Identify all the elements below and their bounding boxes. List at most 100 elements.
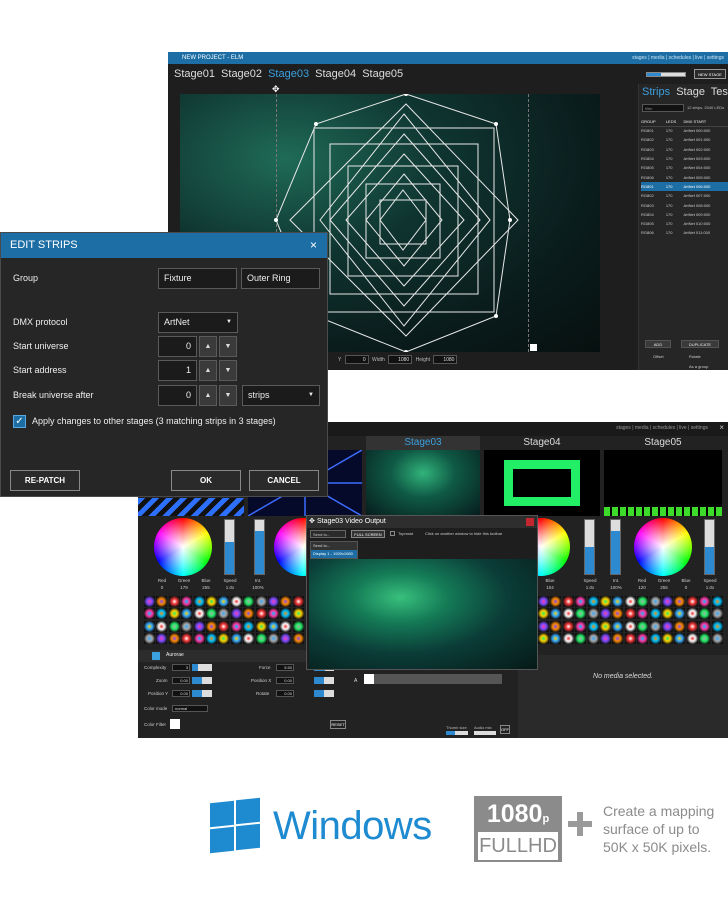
zoom-input[interactable]: 0.00 bbox=[172, 677, 190, 684]
effect-tile[interactable] bbox=[686, 620, 698, 632]
effect-tile[interactable] bbox=[168, 633, 180, 645]
table-row[interactable]: RG806 170 ArtNet 005:000 bbox=[641, 172, 728, 181]
intensity-slider[interactable] bbox=[610, 519, 621, 575]
effect-tile[interactable] bbox=[218, 620, 230, 632]
effect-tile[interactable] bbox=[168, 620, 180, 632]
decrement-icon[interactable]: ▼ bbox=[219, 360, 237, 381]
effect-tile[interactable] bbox=[587, 608, 599, 620]
speed-slider[interactable] bbox=[254, 519, 265, 575]
effect-tile[interactable] bbox=[193, 633, 205, 645]
video-output-titlebar[interactable]: ✥ Stage03 Video Output bbox=[307, 516, 537, 528]
stage04-thumbnail[interactable] bbox=[484, 450, 600, 516]
effect-tile[interactable] bbox=[181, 608, 193, 620]
decrement-icon[interactable]: ▼ bbox=[219, 385, 237, 406]
effect-tile[interactable] bbox=[280, 633, 292, 645]
table-row[interactable]: RG803 170 ArtNet 008:000 bbox=[641, 200, 728, 209]
break-universe-input[interactable]: 0 bbox=[158, 385, 197, 406]
effect-tile[interactable] bbox=[168, 596, 180, 607]
effect-tile[interactable] bbox=[156, 620, 168, 632]
table-row[interactable]: RG801 170 ArtNet 006:000 bbox=[641, 181, 728, 192]
effect-tile[interactable] bbox=[649, 608, 661, 620]
effect-tile[interactable] bbox=[550, 633, 562, 645]
effect-tile[interactable] bbox=[562, 596, 574, 607]
effect-tile[interactable] bbox=[600, 608, 611, 620]
y-input[interactable]: 0 bbox=[344, 355, 369, 364]
effect-tile[interactable] bbox=[181, 633, 193, 645]
tab-stage02[interactable]: Stage02 bbox=[221, 68, 262, 80]
effect-tile[interactable] bbox=[206, 620, 217, 632]
effect-tile[interactable] bbox=[575, 620, 587, 632]
effect-tile[interactable] bbox=[292, 608, 304, 620]
effect-tile[interactable] bbox=[268, 608, 279, 620]
close-icon[interactable] bbox=[526, 518, 534, 526]
tab-strips[interactable]: Strips bbox=[642, 86, 670, 98]
complexity-input[interactable]: 3 bbox=[172, 664, 190, 671]
effect-tile[interactable] bbox=[550, 620, 562, 632]
effect-tile[interactable] bbox=[280, 596, 292, 607]
effect-tile[interactable] bbox=[674, 620, 686, 632]
start-address-input[interactable]: 1 bbox=[158, 360, 197, 381]
effect-tile[interactable] bbox=[156, 608, 168, 620]
column-header[interactable]: DMX START bbox=[683, 118, 728, 127]
add-button[interactable]: ADD bbox=[645, 340, 671, 348]
effect-tile[interactable] bbox=[144, 633, 155, 645]
audio-mix-slider[interactable] bbox=[474, 731, 496, 735]
effect-tile[interactable] bbox=[168, 608, 180, 620]
color-filter-swatch[interactable] bbox=[170, 719, 180, 729]
effect-tile[interactable] bbox=[292, 620, 304, 632]
effect-tile[interactable] bbox=[699, 608, 711, 620]
effect-tile[interactable] bbox=[686, 608, 698, 620]
effect-tile[interactable] bbox=[637, 633, 649, 645]
effect-tile[interactable] bbox=[230, 633, 242, 645]
effect-tile[interactable] bbox=[144, 596, 155, 607]
table-row[interactable]: RG801 170 ArtNet 000:000 bbox=[641, 126, 728, 135]
effect-tile[interactable] bbox=[699, 633, 711, 645]
effect-tile[interactable] bbox=[649, 633, 661, 645]
effect-tile[interactable] bbox=[550, 596, 562, 607]
force-input[interactable]: 5.50 bbox=[276, 664, 294, 671]
effect-tile[interactable] bbox=[156, 596, 168, 607]
table-row[interactable]: RG806 170 ArtNet 011:000 bbox=[641, 228, 728, 237]
effect-tile[interactable] bbox=[600, 596, 611, 607]
effect-tile[interactable] bbox=[575, 608, 587, 620]
effect-tile[interactable] bbox=[538, 620, 549, 632]
tab-testing[interactable]: Testing bbox=[711, 86, 728, 98]
dmx-protocol-select[interactable]: ArtNet ▼ bbox=[158, 312, 238, 333]
effect-tile[interactable] bbox=[699, 596, 711, 607]
speed-slider[interactable] bbox=[704, 519, 715, 575]
table-row[interactable]: RG805 170 ArtNet 004:000 bbox=[641, 163, 728, 172]
close-icon[interactable]: × bbox=[719, 423, 724, 432]
effect-tile[interactable] bbox=[637, 620, 649, 632]
effect-tile[interactable] bbox=[637, 608, 649, 620]
table-row[interactable]: RG802 170 ArtNet 007:000 bbox=[641, 191, 728, 200]
column-header[interactable]: GROUP bbox=[641, 118, 666, 127]
effect-tile[interactable] bbox=[538, 596, 549, 607]
column-header[interactable]: LEDS bbox=[665, 118, 684, 127]
effect-tile[interactable] bbox=[674, 596, 686, 607]
zoom-slider[interactable] bbox=[646, 72, 686, 77]
effect-tile[interactable] bbox=[255, 596, 267, 607]
group-input-fixture[interactable]: Fixture bbox=[158, 268, 237, 289]
effect-tile[interactable] bbox=[612, 596, 624, 607]
position-y-slider[interactable] bbox=[192, 690, 212, 697]
effect-tile[interactable] bbox=[711, 608, 723, 620]
effect-tile[interactable] bbox=[218, 608, 230, 620]
effect-tile[interactable] bbox=[206, 633, 217, 645]
effect-tile[interactable] bbox=[181, 596, 193, 607]
effect-tile[interactable] bbox=[280, 608, 292, 620]
complexity-slider[interactable] bbox=[192, 664, 212, 671]
effect-tile[interactable] bbox=[268, 596, 279, 607]
effect-tile[interactable] bbox=[255, 633, 267, 645]
position-x-input[interactable]: 0.00 bbox=[276, 677, 294, 684]
color-wheel[interactable] bbox=[634, 518, 692, 576]
effect-tile[interactable] bbox=[612, 608, 624, 620]
effect-tile[interactable] bbox=[711, 633, 723, 645]
effect-tile[interactable] bbox=[587, 633, 599, 645]
effect-tile[interactable] bbox=[218, 633, 230, 645]
tab-stage05[interactable]: Stage05 bbox=[362, 68, 403, 80]
effects-grid[interactable] bbox=[144, 596, 306, 646]
effect-tile[interactable] bbox=[243, 608, 255, 620]
intensity-slider[interactable] bbox=[224, 519, 235, 575]
break-unit-select[interactable]: strips ▼ bbox=[242, 385, 320, 406]
effect-tile[interactable] bbox=[600, 633, 611, 645]
